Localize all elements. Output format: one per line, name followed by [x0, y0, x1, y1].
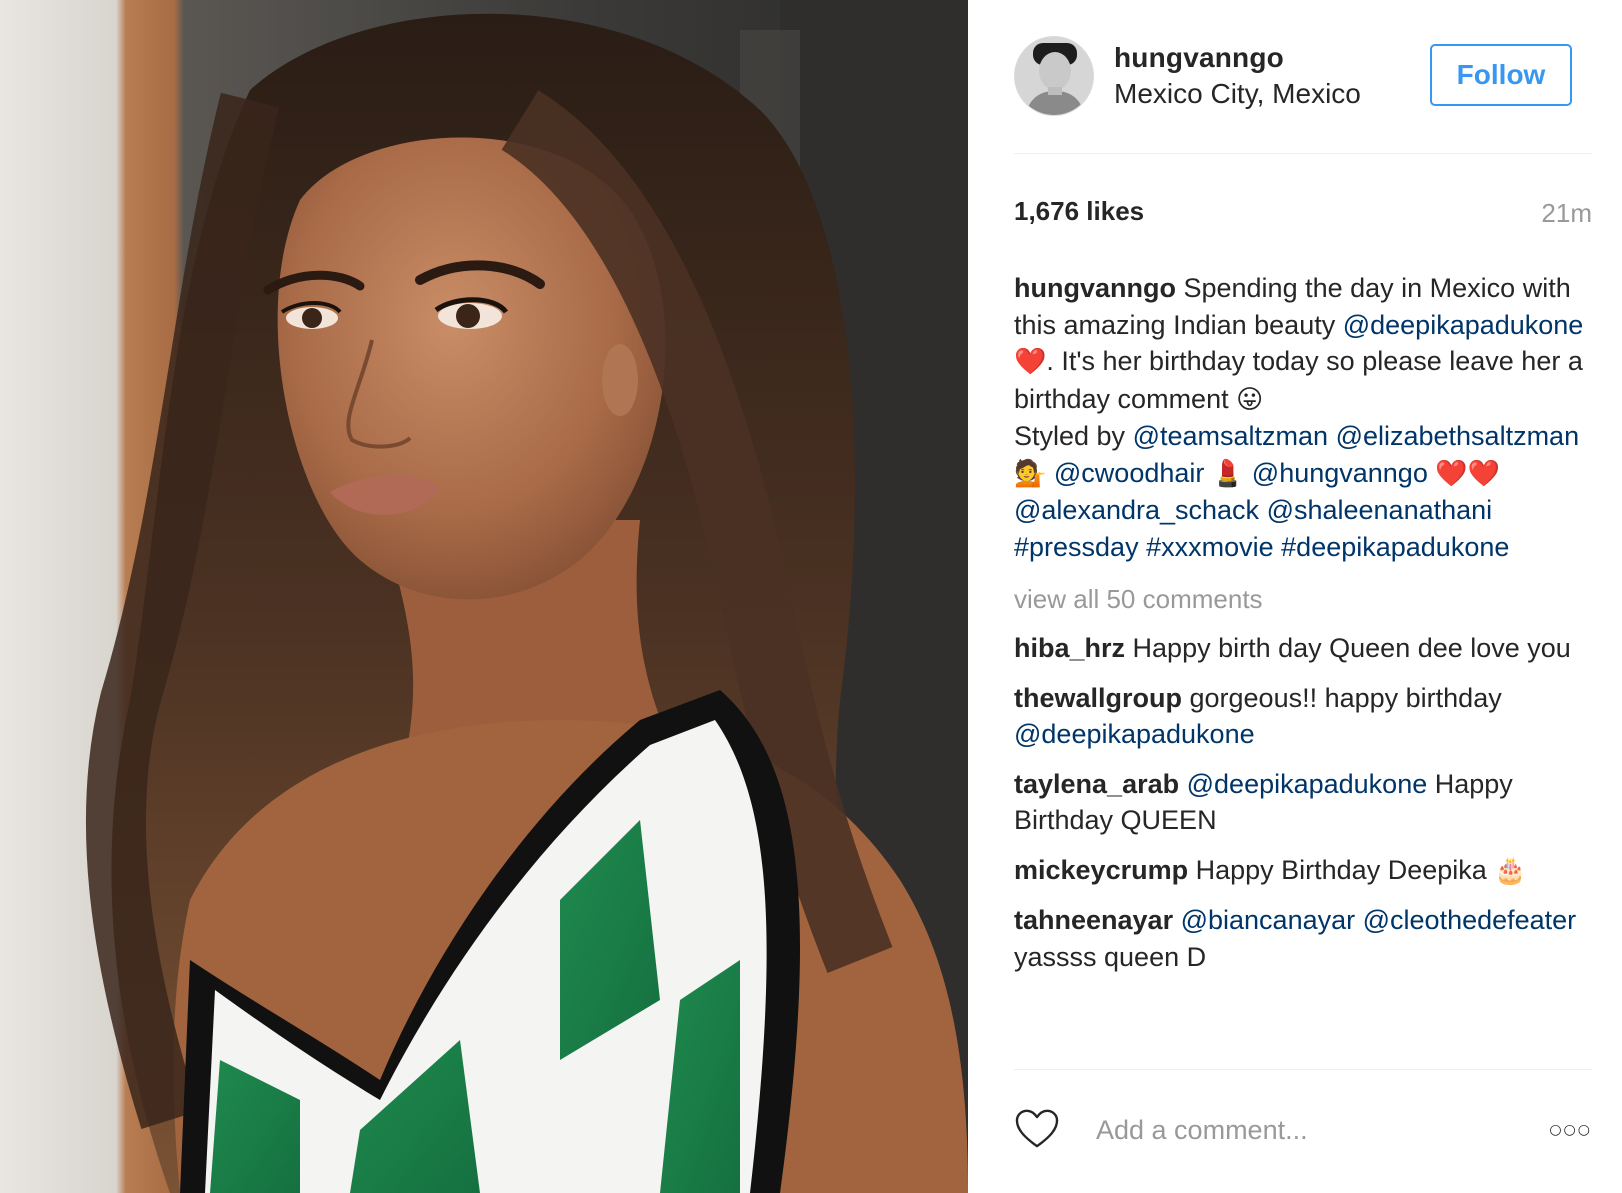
lipstick-icon: 💄 [1211, 458, 1245, 489]
follow-button[interactable]: Follow [1430, 44, 1572, 106]
comment-text: gorgeous!! happy birthday [1182, 682, 1502, 713]
caption-mention[interactable]: @hungvanngo [1252, 458, 1428, 488]
post-location[interactable]: Mexico City, Mexico [1114, 78, 1361, 110]
comment: mickeycrump Happy Birthday Deepika 🎂 [1014, 852, 1592, 890]
header-divider [1014, 153, 1592, 154]
comment-username[interactable]: thewallgroup [1014, 683, 1182, 713]
more-options-icon: ○○○ [1549, 1122, 1592, 1138]
comment: hiba_hrz Happy birth day Queen dee love … [1014, 630, 1592, 667]
comment-text: Happy birth day Queen dee love you [1125, 633, 1571, 663]
post-photo[interactable] [0, 0, 968, 1193]
more-options-button[interactable]: ○○○ [1544, 1116, 1592, 1144]
heart-outline-icon [1015, 1109, 1059, 1148]
comment-username[interactable]: hiba_hrz [1014, 633, 1125, 663]
comment-username[interactable]: taylena_arab [1014, 769, 1179, 799]
comment-username[interactable]: mickeycrump [1014, 855, 1188, 885]
caption-hashtag[interactable]: #pressday [1014, 532, 1139, 562]
add-comment-input[interactable] [1096, 1108, 1506, 1152]
tongue-face-icon: 😛 [1236, 384, 1264, 415]
portrait-image [0, 0, 968, 1193]
caption-hashtag[interactable]: #deepikapadukone [1281, 532, 1509, 562]
comment-mention[interactable]: @deepikapadukone [1014, 719, 1255, 749]
footer-divider [1014, 1069, 1592, 1070]
comment: tahneenayar @biancanayar @cleothedefeate… [1014, 902, 1592, 975]
likes-row: 1,676 likes 21m [1014, 196, 1592, 232]
post-username[interactable]: hungvanngo [1114, 42, 1284, 74]
caption-text: . It's her birthday today so please leav… [1014, 346, 1583, 414]
post-timestamp[interactable]: 21m [1541, 198, 1592, 229]
post-header: hungvanngo Mexico City, Mexico Follow [1014, 36, 1572, 116]
comment: thewallgroup gorgeous!! happy birthday @… [1014, 680, 1592, 753]
red-hearts-icon: ❤️❤️ [1435, 458, 1501, 489]
view-all-comments-link[interactable]: view all 50 comments [1014, 581, 1592, 617]
caption-mention[interactable]: @cwoodhair [1054, 458, 1204, 488]
caption-hashtag[interactable]: #xxxmovie [1146, 532, 1274, 562]
comments-feed: hungvanngo Spending the day in Mexico wi… [1014, 270, 1592, 1070]
caption-mention[interactable]: @alexandra_schack [1014, 495, 1259, 525]
comment-mention[interactable]: @deepikapadukone [1187, 769, 1428, 799]
caption-mention[interactable]: @shaleenanathani [1267, 495, 1493, 525]
avatar-image [1015, 37, 1093, 115]
red-heart-icon: ❤️ [1014, 347, 1047, 377]
comment-text: yassss queen D [1014, 941, 1207, 972]
comment-text: Happy Birthday Deepika [1188, 854, 1495, 885]
caption-mention[interactable]: @deepikapadukone [1343, 310, 1584, 340]
hair-flip-icon: 💁 [1014, 458, 1047, 489]
caption-mention[interactable]: @teamsaltzman [1133, 421, 1328, 451]
post-details-panel: hungvanngo Mexico City, Mexico Follow 1,… [968, 0, 1622, 1193]
like-button[interactable] [1014, 1108, 1060, 1150]
comment: taylena_arab @deepikapadukone Happy Birt… [1014, 766, 1592, 839]
caption-username[interactable]: hungvanngo [1014, 273, 1176, 303]
birthday-cake-icon: 🎂 [1494, 855, 1527, 886]
comment-username[interactable]: tahneenayar [1014, 905, 1173, 935]
caption-text: Styled by [1014, 421, 1133, 451]
comment-bar: ○○○ [1014, 1100, 1592, 1160]
likes-count[interactable]: 1,676 likes [1014, 196, 1144, 227]
comment-mention[interactable]: @cleothedefeater [1363, 905, 1577, 935]
caption-mention[interactable]: @elizabethsaltzman [1336, 421, 1580, 451]
avatar[interactable] [1014, 36, 1094, 116]
comment-mention[interactable]: @biancanayar [1181, 905, 1356, 935]
post-caption: hungvanngo Spending the day in Mexico wi… [1014, 270, 1592, 565]
